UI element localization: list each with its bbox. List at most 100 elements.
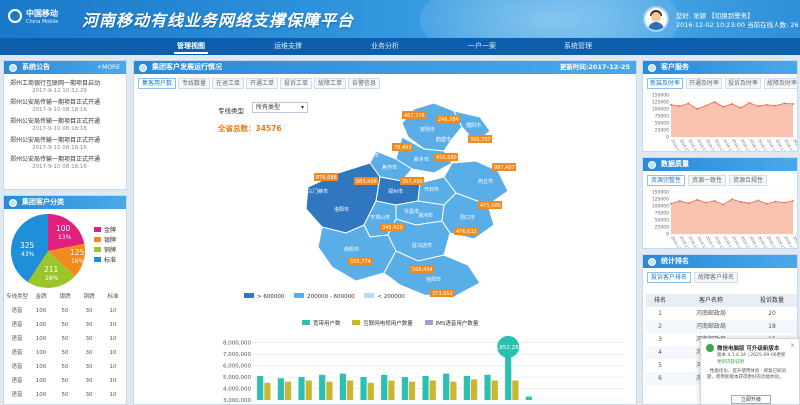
map-label-city: 洛阳市 [334,206,349,213]
map-value-badge: 456,580 [436,155,457,161]
map-value-badge: 987,407 [494,165,515,171]
nav-customer-case[interactable]: 一户一案 [447,38,517,55]
legend-silver[interactable]: 银牌 [94,236,116,246]
quality-series-point [670,202,672,205]
table-row: 语音 100 50 30 10 [4,346,124,360]
y-tick-label: 50000 [655,218,669,224]
map-label-city: 信阳市 [426,276,441,283]
table-cell: 语音 [11,322,23,328]
notice-item[interactable]: 郑州公安局传输一期项目正式开通 2017-9-10 08:18:16 [10,116,120,132]
y-tick-label: 7,000,000 [223,352,251,358]
map-value-badge: 475,580 [480,203,501,209]
tab-fault-orders[interactable]: 故障工单 [314,78,346,89]
map-legend-low[interactable]: < 200000 [364,293,405,300]
table-cell: 3 [658,336,662,343]
map-legend-mid[interactable]: 200000 - 600000 [294,293,355,300]
bar-iptv [429,380,436,400]
y-tick-label: 125000 [652,197,669,203]
bar-iptv [367,382,374,400]
center-panel: 集团客户发展运行情况 更新时间:2017-12-25 集客用户数 专线数量 在途… [133,60,637,405]
tab-compliance[interactable]: 资源合规性 [729,175,767,186]
tab-customer-count[interactable]: 集客用户数 [138,78,176,89]
service-panel: 客户服务 新装及时率 开通及时率 投诉及时率 故障及时率 150000 12500… [642,60,798,152]
tab-consistency[interactable]: 资源一致性 [688,175,726,186]
quality-series-point [739,200,742,203]
map-label-city: 漯河市 [418,212,433,219]
bar-broadband [257,375,264,400]
map-label-city: 濮阳市 [466,122,481,129]
service-title: 客户服务 [643,61,797,74]
y-tick-label: 75000 [655,114,669,120]
map-legend-high[interactable]: > 600000 [244,293,284,300]
table-cell: 100 [35,322,47,328]
legend-standard[interactable]: 标准 [94,256,116,266]
table-cell: 投诉数量 [759,297,784,304]
customer-class-table: 专线类型 金牌 银牌 铜牌 标准 语音 100 50 30 10 语音 100 50 30 10 语音 100 5… [4,290,124,405]
legend-gold[interactable]: 金牌 [94,226,116,236]
quality-tabs: 资源完整性 资源一致性 资源合规性 [647,175,797,187]
nav-ops-support[interactable]: 运维支撑 [253,38,323,55]
popup-changelog-link[interactable]: 更新内容说明 [717,359,744,365]
logo-en: China Mobile [26,19,59,25]
table-row[interactable]: 2 河南邮政局 18 [646,320,797,333]
table-row[interactable]: 1 河南邮政局 20 [646,307,797,320]
table-header-cell: 银牌 [59,294,71,300]
quality-series-point [722,203,725,206]
tab-completeness[interactable]: 资源完整性 [647,175,685,186]
tab-line-count[interactable]: 专线数量 [178,78,210,89]
users-bar-chart: 8,000,000 7,000,000 6,000,000 5,000,000 4,00… [223,335,626,404]
bar-iptv [450,381,457,400]
tab-alarm-info[interactable]: 告警信息 [348,78,380,89]
close-icon[interactable]: × [790,342,795,349]
nav-system-management[interactable]: 系统管理 [543,38,613,55]
service-series-point [713,101,716,103]
notice-item[interactable]: 郑州工商银行互联网一期项目启动 2017-9-12 10:32:29 [10,78,120,94]
upgrade-button[interactable]: 立即升级 [731,395,771,404]
table-cell: 10 [109,308,117,314]
service-series-point [678,105,681,108]
table-cell: 10 [109,336,117,342]
online-count: 当前在线人数: 26 [747,21,799,29]
bar-legend-broadband[interactable]: 宽带用户数 [302,320,341,327]
quality-series-point [687,202,690,205]
table-cell: 10 [109,322,117,328]
service-area-chart: 15000012500010000075000500002500002016-1… [652,93,797,152]
tab-fault-rank[interactable]: 故障客户排名 [694,272,738,283]
quality-title: 数据质量 [643,158,797,171]
table-cell: 30 [85,364,93,370]
pie-label-gold-pct: 13% [58,234,72,241]
legend-bronze[interactable]: 铜牌 [94,246,116,256]
notice-item[interactable]: 郑州公安局传输一期项目正式开通 2017-9-10 08:18:16 [10,97,120,113]
avatar[interactable] [643,6,669,32]
table-cell: 10 [109,350,117,356]
notice-item[interactable]: 郑州公安局传输一期项目正式开通 2017-9-10 08:18:16 [10,135,120,151]
pie-label-silver-pct: 16% [71,258,85,265]
tab-open-rate[interactable]: 开通及时率 [686,78,722,89]
table-cell: 100 [35,392,47,398]
tab-open-orders[interactable]: 开通工单 [246,78,278,89]
main-nav: 管理视图 运维支撑 业务分析 一户一案 系统管理 [0,38,800,55]
tab-fault-rate[interactable]: 故障及时率 [764,78,797,89]
table-cell: 10 [109,364,117,370]
bar-legend-ims[interactable]: IMS语音用户数量 [424,320,478,327]
tab-complaint-rank[interactable]: 投诉客户排名 [647,272,691,283]
y-tick-label: 4,000,000 [223,387,251,393]
quality-icon [648,161,656,169]
map-label-city: 新乡市 [414,156,429,163]
table-row: 语音 100 50 30 10 [4,374,124,388]
bar-broadband [360,377,367,400]
table-cell: 6 [658,375,662,382]
notice-item[interactable]: 郑州公安局传输一期项目正式开通 2017-9-10 08:18:16 [10,154,120,170]
nav-business-analysis[interactable]: 业务分析 [350,38,420,55]
tab-complaint-rate[interactable]: 投诉及时率 [725,78,761,89]
tab-install-rate[interactable]: 新装及时率 [647,78,683,89]
tab-in-transit-orders[interactable]: 在途工单 [212,78,244,89]
nav-management-view[interactable]: 管理视图 [156,38,226,55]
table-cell: 5 [658,362,662,369]
map-label-city: 济源市 [364,152,379,159]
pie-label-standard-value: 325 [20,241,35,250]
quality-series-point [678,200,681,202]
bar-legend-iptv[interactable]: 互联网电视用户数量 [352,320,413,327]
tab-complaint-orders[interactable]: 投诉工单 [280,78,312,89]
notice-more-link[interactable]: +MORE [97,61,120,74]
